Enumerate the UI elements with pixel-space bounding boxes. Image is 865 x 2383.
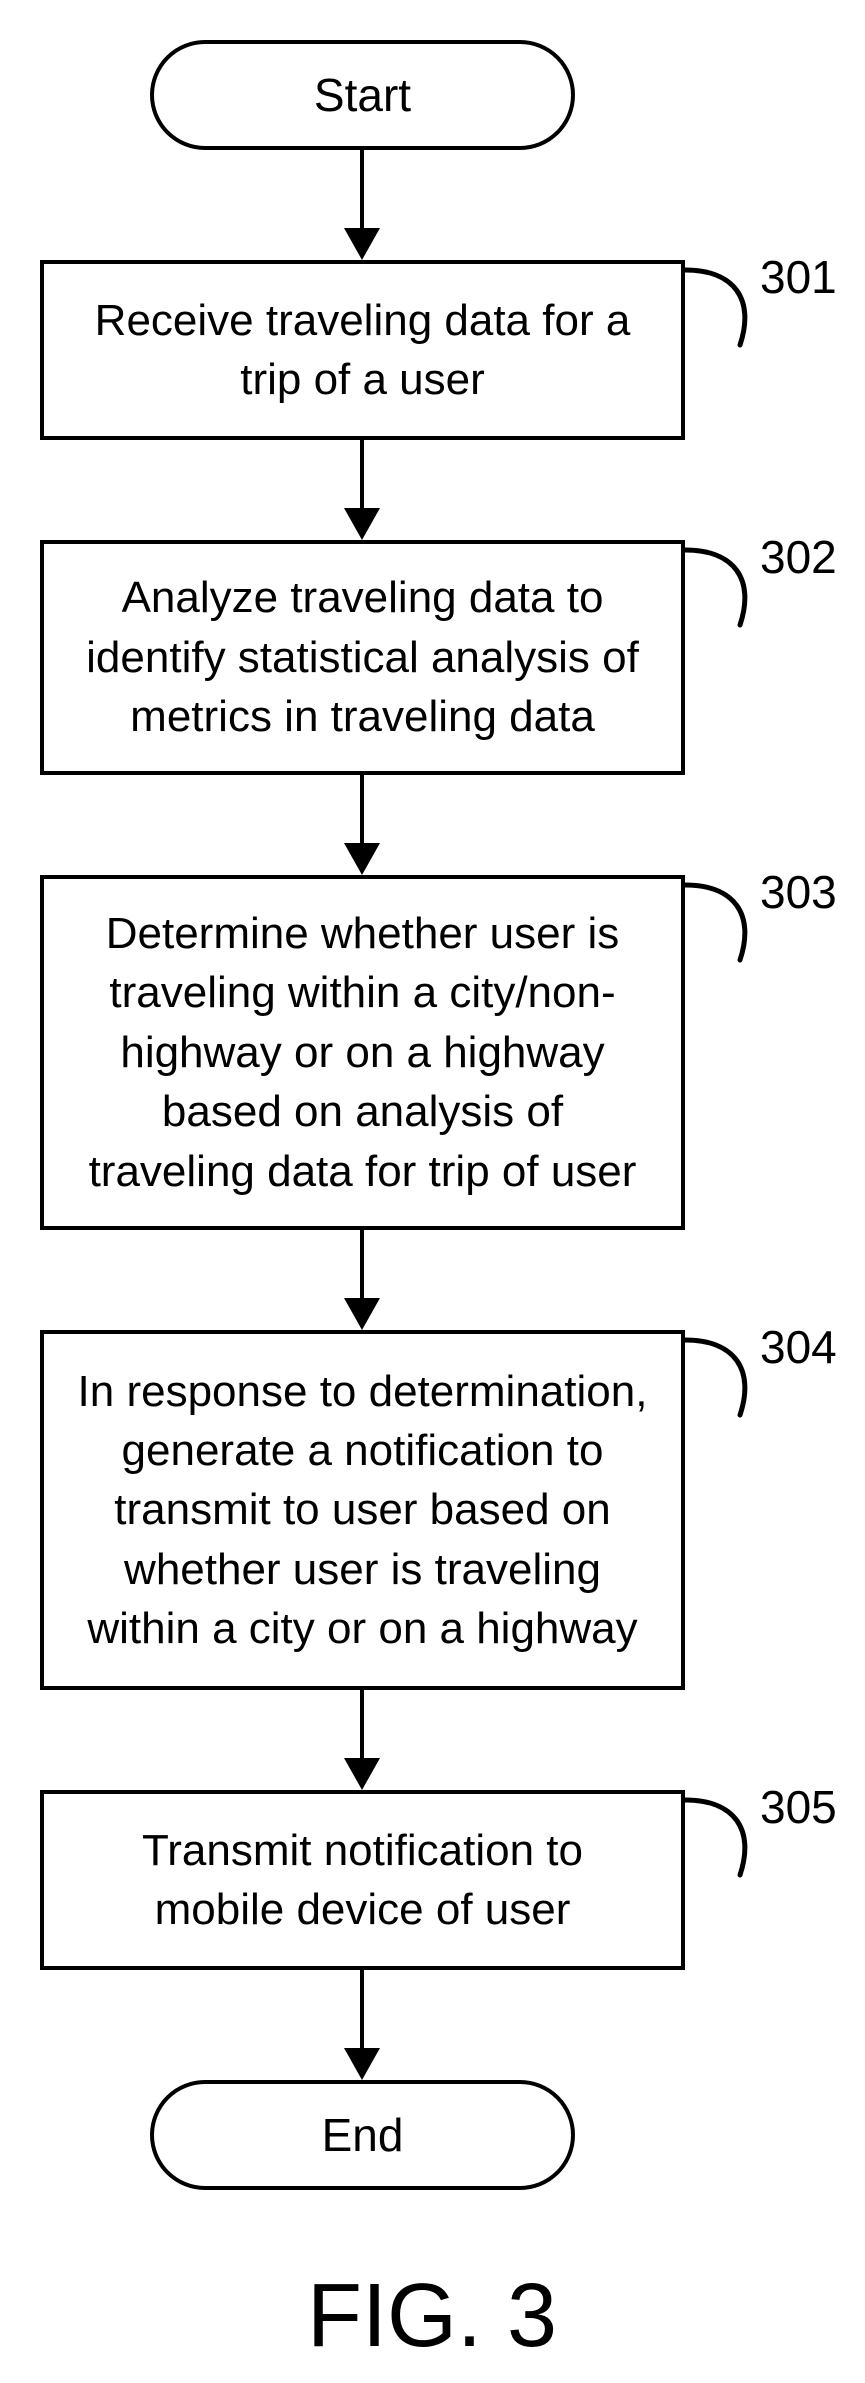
figure-label: FIG. 3 [307, 2265, 557, 2368]
arrow-shaft [360, 1690, 364, 1760]
arrow-head [344, 228, 380, 260]
arrow-head [344, 843, 380, 875]
terminator-start-label: Start [314, 68, 411, 122]
ref-label-304: 304 [760, 1320, 837, 1374]
terminator-start: Start [150, 40, 575, 150]
arrow-head [344, 1298, 380, 1330]
arrow-shaft [360, 1230, 364, 1300]
process-302: Analyze traveling data to identify stati… [40, 540, 685, 775]
process-304: In response to determination, generate a… [40, 1330, 685, 1690]
arrow-shaft [360, 775, 364, 845]
process-301: Receive traveling data for a trip of a u… [40, 260, 685, 440]
process-303-text: Determine whether user is traveling with… [74, 904, 651, 1201]
process-303: Determine whether user is traveling with… [40, 875, 685, 1230]
ref-label-302: 302 [760, 530, 837, 584]
arrow-shaft [360, 150, 364, 230]
ref-label-301: 301 [760, 250, 837, 304]
ref-label-305: 305 [760, 1780, 837, 1834]
arrow-head [344, 508, 380, 540]
process-305-text: Transmit notification to mobile device o… [74, 1821, 651, 1940]
arrow-shaft [360, 440, 364, 510]
process-301-text: Receive traveling data for a trip of a u… [74, 291, 651, 410]
terminator-end-label: End [322, 2108, 404, 2162]
arrow-head [344, 1758, 380, 1790]
process-302-text: Analyze traveling data to identify stati… [74, 568, 651, 746]
process-304-text: In response to determination, generate a… [74, 1362, 651, 1659]
ref-label-303: 303 [760, 865, 837, 919]
arrow-head [344, 2048, 380, 2080]
arrow-shaft [360, 1970, 364, 2050]
flowchart-canvas: Start Receive traveling data for a trip … [0, 0, 865, 2383]
terminator-end: End [150, 2080, 575, 2190]
process-305: Transmit notification to mobile device o… [40, 1790, 685, 1970]
